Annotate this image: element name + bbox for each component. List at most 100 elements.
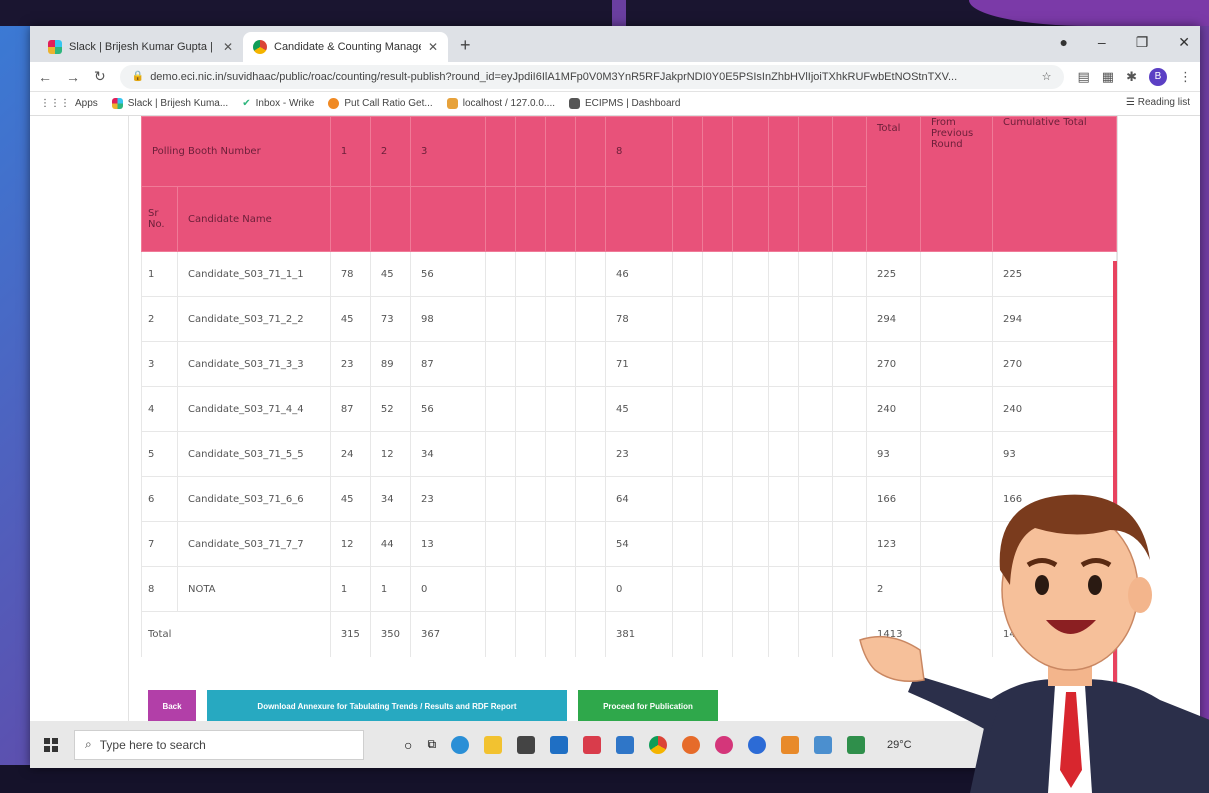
empty-booth-cell — [732, 476, 769, 522]
reading-list-icon: ☰ — [1125, 97, 1135, 108]
calendar-icon[interactable] — [781, 735, 800, 754]
download-annexure-button[interactable]: Download Annexure for Tabulating Trends … — [207, 690, 567, 723]
menu-dots-icon[interactable]: ⋮ — [1179, 69, 1192, 85]
frame-top-band — [0, 0, 1209, 26]
empty-booth-cell — [672, 386, 703, 432]
pocket-icon[interactable] — [583, 735, 602, 754]
bookmark-localhost[interactable]: localhost / 127.0.0.... — [446, 98, 555, 109]
empty-booth-cell — [832, 341, 867, 387]
bookmark-put-call[interactable]: Put Call Ratio Get... — [328, 98, 433, 109]
sr-no-header: Sr No. — [141, 186, 178, 252]
close-tab-icon[interactable]: ✕ — [223, 40, 233, 54]
url-text: demo.eci.nic.in/suvidhaac/public/roac/co… — [150, 70, 958, 83]
edge-icon[interactable] — [451, 735, 470, 754]
forward-arrow-icon[interactable]: → — [66, 69, 80, 85]
empty-booth-cell — [732, 566, 769, 612]
record-icon[interactable]: ● — [1059, 34, 1067, 51]
tab-title: Slack | Brijesh Kumar Gupta | CD — [69, 41, 216, 53]
empty-booth-cell — [702, 611, 733, 657]
empty-booth-cell — [515, 341, 546, 387]
booth-1-cell: 1 — [329, 566, 371, 612]
bookmark-wrike[interactable]: ✔ Inbox - Wrike — [242, 98, 314, 109]
booth-col-13 — [798, 116, 833, 187]
windows-start-icon[interactable] — [44, 737, 58, 752]
back-button[interactable]: Back — [148, 690, 196, 723]
empty-booth-cell — [672, 341, 703, 387]
empty-booth-cell — [732, 611, 769, 657]
empty-booth-cell — [672, 476, 703, 522]
reload-icon[interactable]: ↻ — [94, 68, 106, 85]
firefox-icon[interactable] — [682, 735, 701, 754]
action-buttons: Back Download Annexure for Tabulating Tr… — [148, 690, 718, 723]
localhost-icon — [446, 98, 458, 109]
booth-2-cell: 52 — [369, 386, 412, 432]
mail-icon[interactable] — [616, 735, 635, 754]
empty-booth-cell — [798, 386, 833, 432]
url-input[interactable]: 🔒 demo.eci.nic.in/suvidhaac/public/roac/… — [119, 64, 1064, 89]
booth-2-cell: 34 — [369, 476, 412, 522]
close-tab-icon[interactable]: ✕ — [428, 40, 438, 54]
booth-col-5 — [515, 116, 546, 187]
hand — [859, 635, 925, 682]
empty-booth-cell — [732, 386, 769, 432]
sr-no-cell: 3 — [141, 341, 178, 387]
reading-list[interactable]: ☰ Reading list — [1126, 97, 1190, 108]
app-icon[interactable] — [748, 735, 767, 754]
booth-col-6 — [545, 116, 576, 187]
total-header: Total — [866, 116, 921, 252]
booth-8-cell: 45 — [605, 386, 673, 432]
task-view-icon[interactable]: ⧉ — [427, 737, 436, 752]
taskbar-search-input[interactable]: ⌕ Type here to search — [74, 729, 364, 760]
tab-counting-manager[interactable]: Candidate & Counting Manager ✕ — [243, 32, 448, 62]
new-tab-icon[interactable]: + — [460, 35, 471, 56]
table-row: 1 Candidate_S03_71_1_1 78 45 56 46 225 225 — [141, 251, 1117, 297]
bookmark-ecipms[interactable]: ECIPMS | Dashboard — [569, 98, 680, 109]
proceed-publication-button[interactable]: Proceed for Publication — [578, 690, 718, 723]
tab-slack[interactable]: Slack | Brijesh Kumar Gupta | CD ✕ — [38, 32, 243, 62]
close-window-icon[interactable]: ✕ — [1178, 34, 1190, 51]
empty-booth-cell — [702, 296, 733, 342]
booth-8-cell: 78 — [605, 296, 673, 342]
candidate-name-cell: NOTA — [177, 566, 331, 612]
empty-booth-cell — [515, 611, 546, 657]
cortana-icon[interactable]: ○ — [404, 737, 412, 753]
booth-col-12 — [768, 116, 799, 187]
bookmark-apps[interactable]: ⋮⋮⋮ Apps — [40, 98, 98, 109]
taskbar-apps: ○ ⧉ — [404, 735, 866, 754]
booth-8-cell: 0 — [605, 566, 673, 612]
booth-col-10 — [702, 116, 733, 187]
booth-1-cell: 45 — [329, 476, 371, 522]
total-cell: 270 — [866, 341, 921, 387]
booth-3-cell: 56 — [410, 251, 486, 297]
back-arrow-icon[interactable]: ← — [38, 69, 52, 85]
empty-booth-cell — [672, 431, 703, 477]
empty-booth-cell — [702, 386, 733, 432]
sr-no-cell: 5 — [141, 431, 178, 477]
empty-booth-cell — [732, 521, 769, 567]
chrome-icon[interactable] — [649, 735, 668, 754]
extension-icon[interactable]: ▦ — [1102, 69, 1114, 85]
file-explorer-icon[interactable] — [484, 735, 503, 754]
empty-booth-cell — [702, 476, 733, 522]
booth-1-cell: 23 — [329, 341, 371, 387]
bookmark-slack[interactable]: Slack | Brijesh Kuma... — [111, 98, 228, 109]
app-icon[interactable] — [715, 735, 734, 754]
outlook-icon[interactable] — [550, 735, 569, 754]
cumulative-cell: 294 — [992, 296, 1117, 342]
store-icon[interactable] — [517, 735, 536, 754]
puzzle-icon[interactable]: ✱ — [1126, 69, 1137, 85]
from-previous-cell — [920, 251, 993, 297]
minimize-icon[interactable]: – — [1098, 34, 1106, 51]
extension-icon[interactable]: ▤ — [1078, 69, 1090, 85]
profile-avatar[interactable]: B — [1149, 67, 1167, 86]
empty-booth-cell — [702, 431, 733, 477]
restore-icon[interactable]: ❐ — [1136, 34, 1149, 51]
booth-2-cell: 44 — [369, 521, 412, 567]
booth-col-3: 3 — [410, 116, 486, 187]
empty-booth-cell — [515, 386, 546, 432]
empty-booth-cell — [768, 476, 799, 522]
star-icon[interactable]: ☆ — [1042, 70, 1052, 83]
empty-booth-cell — [768, 296, 799, 342]
empty-booth-cell — [485, 251, 516, 297]
ear — [1128, 577, 1152, 613]
